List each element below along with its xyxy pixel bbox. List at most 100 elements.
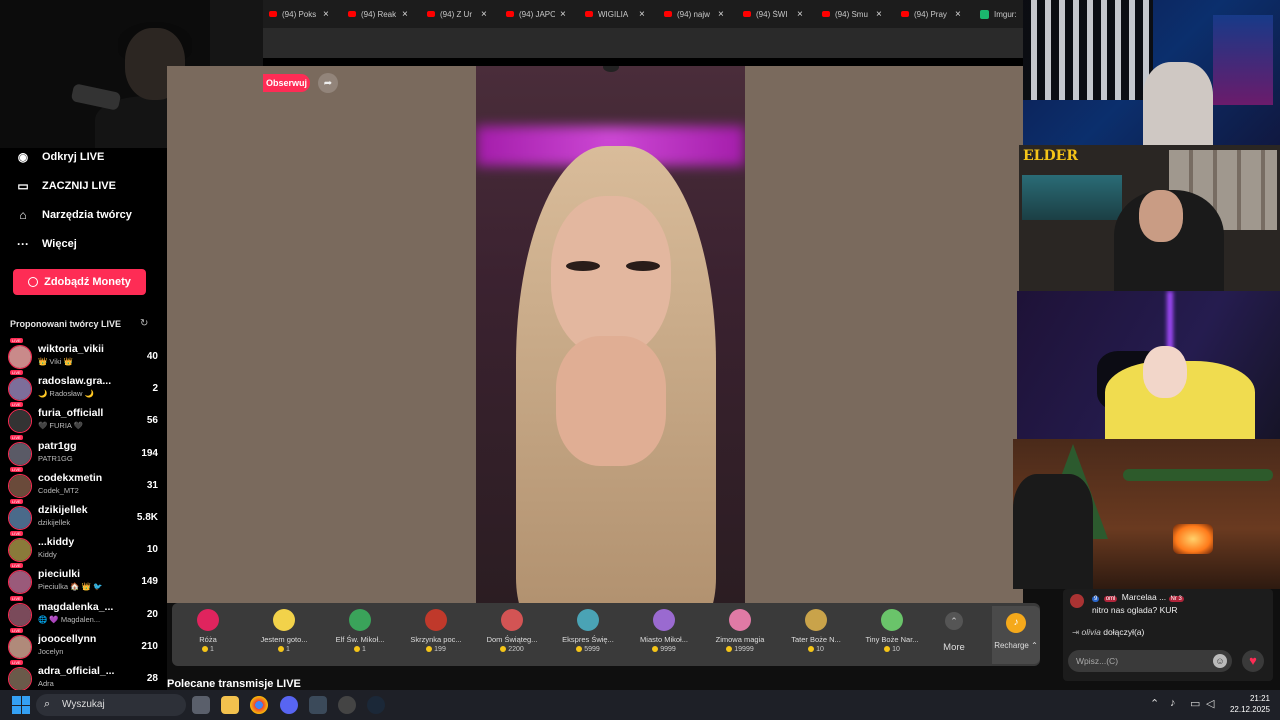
- gift-price-value: 10: [816, 646, 824, 653]
- creator-item[interactable]: LIVE radoslaw.gra... 🌙 Radosław 🌙 2: [8, 370, 160, 405]
- gift-icon: [197, 609, 219, 631]
- creator-item[interactable]: LIVE patr1gg PATR1GG 194: [8, 434, 160, 470]
- browser-tab[interactable]: (94) Poks ×: [263, 0, 342, 28]
- avatar: [8, 473, 32, 498]
- creator-item[interactable]: LIVE codekxmetin Codek_MT2 31: [8, 466, 160, 502]
- taskbar-clock[interactable]: 21:21 22.12.2025: [1222, 693, 1270, 715]
- gift-item[interactable]: Ekspres Świę... 5999: [551, 607, 625, 659]
- browser-tab[interactable]: (94) Reak ×: [342, 0, 421, 28]
- gift-item[interactable]: Miasto Mikoł... 9999: [627, 607, 701, 659]
- browser-tab[interactable]: Imgur:: [974, 0, 1023, 28]
- close-icon[interactable]: ×: [402, 9, 408, 20]
- viewer-count: 56: [146, 415, 158, 427]
- follow-button[interactable]: Obserwuj: [263, 74, 310, 92]
- chat-join-user[interactable]: olivia: [1082, 627, 1101, 637]
- chrome-icon[interactable]: [250, 696, 268, 714]
- obs-icon[interactable]: [338, 696, 356, 714]
- creator-item[interactable]: LIVE ...kiddy Kiddy 10: [8, 531, 160, 566]
- steam-icon[interactable]: [367, 696, 385, 714]
- chat-join-notice: ⇥ olivia dołączył(a): [1072, 627, 1144, 638]
- chevron-up-icon[interactable]: ⌃: [1150, 697, 1159, 710]
- discord-icon[interactable]: [280, 696, 298, 714]
- creator-nickname: Pieciulka 🏠 👑 🐦: [38, 582, 103, 592]
- refresh-icon[interactable]: ↻: [140, 318, 148, 329]
- app-icon[interactable]: [309, 696, 327, 714]
- tab-title: Imgur:: [994, 9, 1017, 19]
- browser-tab[interactable]: WIGILIA ×: [579, 0, 658, 28]
- gift-item[interactable]: Jestem goto... 1: [247, 607, 321, 659]
- browser-tab[interactable]: (94) Z Ur ×: [421, 0, 500, 28]
- browser-toolbar-edge: [263, 58, 1023, 66]
- youtube-icon: [427, 11, 435, 17]
- creator-item[interactable]: LIVE jooocellynn Jocelyn 210: [8, 627, 160, 663]
- creator-item[interactable]: LIVE wiktoria_vikii 👑 Viki 👑 40: [8, 338, 160, 373]
- chat-avatar: [1070, 594, 1084, 608]
- viewer-count: 31: [146, 479, 158, 491]
- viewer-count: 149: [141, 576, 158, 588]
- volume-icon[interactable]: ◁: [1206, 697, 1214, 710]
- close-icon[interactable]: ×: [323, 9, 329, 20]
- creator-item[interactable]: LIVE magdalenka_... 🌐 💜 Magdalen... 20: [8, 595, 160, 631]
- close-icon[interactable]: ×: [718, 9, 724, 20]
- gift-name: Elf Św. Mikoł...: [335, 635, 385, 644]
- gift-name: Dom Świąteg...: [486, 635, 538, 644]
- gift-item[interactable]: Zimowa magia 19999: [703, 607, 777, 659]
- avatar: [8, 602, 32, 627]
- nav-discover-live[interactable]: ◉ Odkryj LIVE: [16, 151, 105, 163]
- live-video[interactable]: [476, 66, 745, 603]
- file-explorer-icon[interactable]: [221, 696, 239, 714]
- browser-tab[interactable]: (94) Smu ×: [816, 0, 895, 28]
- gift-name: Ekspres Świę...: [562, 635, 614, 644]
- gift-price-value: 1: [362, 646, 366, 653]
- gift-item[interactable]: Elf Św. Mikoł... 1: [323, 607, 397, 659]
- chat-input[interactable]: Wpisz...(C): [1068, 650, 1232, 672]
- gift-item[interactable]: Skrzynka poc... 199: [399, 607, 473, 659]
- nav-start-live[interactable]: ▭ ZACZNIJ LIVE: [16, 180, 116, 192]
- close-icon[interactable]: ×: [560, 9, 566, 20]
- youtube-icon: [664, 11, 672, 17]
- heart-button[interactable]: ♥: [1242, 650, 1264, 672]
- gift-icon: [349, 609, 371, 631]
- creator-nickname: PATR1GG: [38, 453, 73, 463]
- close-icon[interactable]: ×: [481, 9, 487, 20]
- microphone-icon[interactable]: ♪: [1170, 697, 1176, 709]
- nav-more[interactable]: ··· Więcej: [16, 238, 77, 250]
- browser-tab[interactable]: (94) najw ×: [658, 0, 737, 28]
- creator-nickname: Kiddy: [38, 550, 57, 560]
- creator-nickname: Codek_MT2: [38, 485, 79, 495]
- more-gifts-label: More: [943, 642, 965, 653]
- gift-item[interactable]: Dom Świąteg... 2200: [475, 607, 549, 659]
- viewer-count: 2: [152, 383, 158, 395]
- task-view-icon[interactable]: [192, 696, 210, 714]
- browser-tab[interactable]: (94) Pray ×: [895, 0, 974, 28]
- share-icon[interactable]: ➦: [318, 73, 338, 93]
- live-badge: LIVE: [10, 338, 23, 343]
- more-gifts-button[interactable]: ⌃ More: [940, 612, 968, 653]
- creator-item[interactable]: LIVE pieciulki Pieciulka 🏠 👑 🐦 149: [8, 563, 160, 598]
- close-icon[interactable]: ×: [955, 9, 961, 20]
- gift-item[interactable]: Róża 1: [171, 607, 245, 659]
- close-icon[interactable]: ×: [639, 9, 645, 20]
- creator-item[interactable]: LIVE furia_officiall 🖤 FURIA 🖤 56: [8, 402, 160, 437]
- gift-icon: [653, 609, 675, 631]
- taskbar-search[interactable]: Wyszukaj: [36, 694, 186, 716]
- browser-tab[interactable]: (94) ŚWI ×: [737, 0, 816, 28]
- creator-nickname: 🌙 Radosław 🌙: [38, 389, 94, 399]
- gift-name: Zimowa magia: [715, 635, 765, 644]
- windows-start-icon[interactable]: [12, 696, 30, 714]
- live-badge: LIVE: [10, 370, 23, 376]
- get-coins-button[interactable]: Zdobądź Monety: [13, 269, 146, 295]
- creator-item[interactable]: LIVE dzikijellek dzikijellek 5.8K: [8, 499, 160, 534]
- nav-creator-tools[interactable]: ⌂ Narzędzia twórcy: [16, 209, 132, 221]
- emoji-icon[interactable]: ☺: [1213, 654, 1227, 668]
- youtube-icon: [901, 11, 909, 17]
- recharge-button[interactable]: ♪ Recharge ⌃: [992, 606, 1040, 664]
- gift-name: Tater Boże N...: [791, 635, 841, 644]
- close-icon[interactable]: ×: [797, 9, 803, 20]
- network-icon[interactable]: ▭: [1190, 697, 1200, 710]
- gift-item[interactable]: Tiny Boże Nar... 10: [855, 607, 929, 659]
- close-icon[interactable]: ×: [876, 9, 882, 20]
- chat-username[interactable]: Marcelaa ...: [1122, 592, 1166, 602]
- gift-item[interactable]: Tater Boże N... 10: [779, 607, 853, 659]
- browser-tab[interactable]: (94) JAPO ×: [500, 0, 579, 28]
